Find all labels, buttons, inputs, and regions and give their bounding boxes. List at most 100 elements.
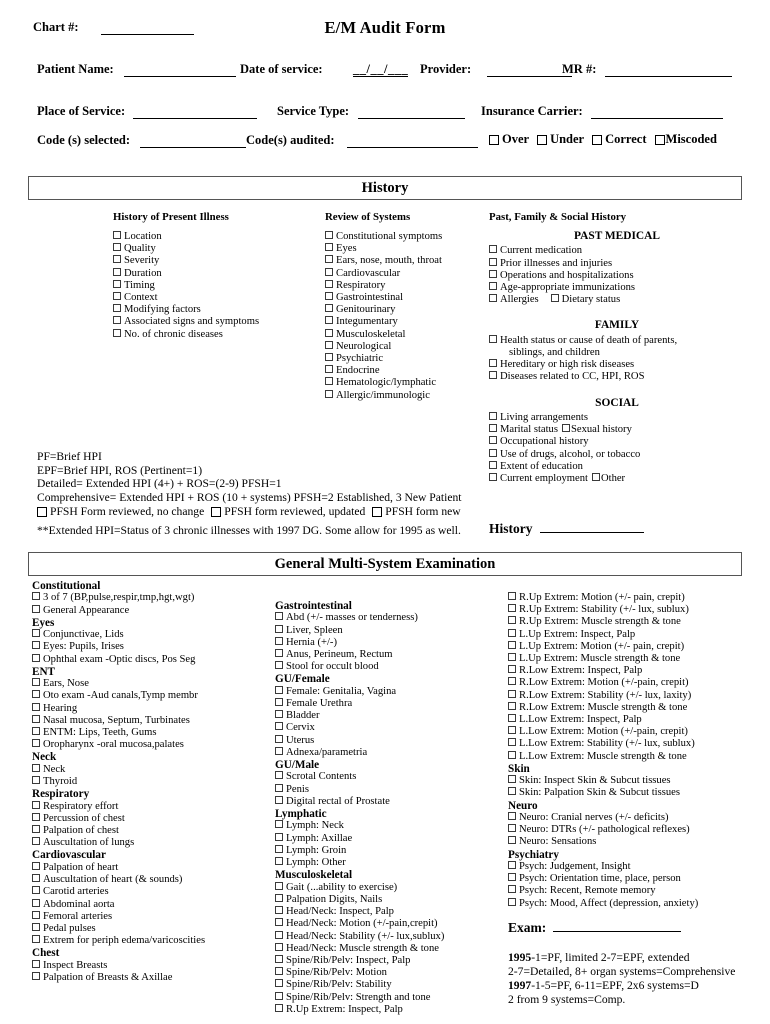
checkbox-l-low-extrem-muscle-strength-tone[interactable]: L.Low Extrem: Muscle strength & tone (508, 750, 758, 763)
checkbox-percussion-of-chest[interactable]: Percussion of chest (32, 812, 277, 825)
checkbox-scrotal-contents[interactable]: Scrotal Contents (275, 771, 510, 783)
checkbox-icon[interactable] (508, 738, 516, 747)
checkbox-gastrointestinal[interactable]: Gastrointestinal (325, 292, 505, 304)
checkbox-icon[interactable] (275, 844, 283, 853)
checkbox-icon[interactable] (489, 412, 497, 421)
checkbox-stool-for-occult-blood[interactable]: Stool for occult blood (275, 661, 510, 673)
family-item-hereditary[interactable]: Hereditary or high risk diseases (489, 359, 745, 371)
checkbox-icon[interactable] (275, 649, 283, 658)
checkbox-icon[interactable] (275, 930, 283, 939)
checkbox-icon[interactable] (325, 231, 333, 239)
checkbox-r-up-extrem-stability-lux-sublux[interactable]: R.Up Extrem: Stability (+/- lux, sublux) (508, 604, 758, 616)
checkbox-icon[interactable] (113, 267, 121, 276)
checkbox-icon[interactable] (508, 701, 516, 710)
codes-audited-input[interactable] (347, 147, 478, 148)
checkbox-icon[interactable] (32, 922, 40, 931)
family-item-cc-hpi-ros[interactable]: Diseases related to CC, HPI, ROS (489, 371, 745, 383)
checkbox-icon[interactable] (325, 377, 333, 386)
checkbox-palpation-of-breasts-axillae[interactable]: Palpation of Breasts & Axillae (32, 971, 277, 984)
checkbox-neck[interactable]: Neck (32, 763, 277, 776)
checkbox-icon[interactable] (508, 812, 516, 821)
checkbox-palpation-of-chest[interactable]: Palpation of chest (32, 825, 277, 837)
checkbox-anus-perineum-rectum[interactable]: Anus, Perineum, Rectum (275, 649, 510, 661)
checkbox-head-neck-motion-pain-crepit[interactable]: Head/Neck: Motion (+/-pain,crepit) (275, 918, 510, 930)
checkbox-icon[interactable] (489, 269, 497, 278)
checkbox-icon[interactable] (275, 832, 283, 841)
checkbox-icon[interactable] (325, 389, 333, 398)
social-item-occupational[interactable]: Occupational history (489, 436, 745, 448)
checkbox-icon[interactable] (489, 257, 497, 266)
checkbox-quality[interactable]: Quality (113, 243, 303, 255)
checkbox-icon[interactable] (508, 604, 516, 613)
checkbox-icon[interactable] (550, 294, 559, 303)
checkbox-neuro-cranial-nerves-deficits[interactable]: Neuro: Cranial nerves (+/- deficits) (508, 812, 758, 824)
checkbox-respiratory-effort[interactable]: Respiratory effort (32, 800, 277, 813)
checkbox-icon[interactable] (325, 365, 333, 374)
checkbox-icon[interactable] (32, 825, 40, 834)
checkbox-icon[interactable] (275, 771, 283, 780)
mr-number-input[interactable] (605, 76, 732, 77)
checkbox-icon[interactable] (508, 653, 516, 662)
checkbox-icon[interactable] (508, 616, 516, 625)
checkbox-icon[interactable] (32, 604, 40, 613)
checkbox-icon[interactable] (275, 893, 283, 902)
checkbox-l-up-extrem-muscle-strength-tone[interactable]: L.Up Extrem: Muscle strength & tone (508, 653, 758, 665)
checkbox-icon[interactable] (32, 739, 40, 748)
checkbox-inspect-breasts[interactable]: Inspect Breasts (32, 959, 277, 972)
checkbox-icon[interactable] (113, 328, 121, 337)
checkbox-hematologic-lymphatic[interactable]: Hematologic/lymphatic (325, 377, 505, 389)
checkbox-icon[interactable] (275, 991, 283, 1000)
checkbox-eyes[interactable]: Eyes (325, 243, 505, 255)
checkbox-conjunctivae-lids[interactable]: Conjunctivae, Lids (32, 629, 277, 641)
checkbox-icon[interactable] (32, 714, 40, 723)
checkbox-uterus[interactable]: Uterus (275, 734, 510, 747)
checkbox-musculoskeletal[interactable]: Musculoskeletal (325, 328, 505, 341)
checkbox-no-of-chronic-diseases[interactable]: No. of chronic diseases (113, 328, 303, 341)
checkbox-icon[interactable] (489, 334, 497, 343)
checkbox-icon[interactable] (508, 775, 516, 784)
checkbox-icon[interactable] (275, 710, 283, 719)
checkbox-operations-and-hospitalizations[interactable]: Operations and hospitalizations (489, 269, 745, 282)
checkbox-endocrine[interactable]: Endocrine (325, 365, 505, 377)
social-item-living[interactable]: Living arrangements (489, 412, 745, 424)
checkbox-l-low-extrem-motion-pain-crepit[interactable]: L.Low Extrem: Motion (+/-pain, crepit) (508, 726, 758, 738)
checkbox-auscultation-of-heart-sounds[interactable]: Auscultation of heart (& sounds) (32, 874, 277, 886)
checkbox-duration[interactable]: Duration (113, 267, 303, 280)
checkbox-adnexa-parametria[interactable]: Adnexa/parametria (275, 746, 510, 759)
checkbox-r-low-extrem-motion-pain-crepit[interactable]: R.Low Extrem: Motion (+/-pain, crepit) (508, 677, 758, 689)
checkbox-icon[interactable] (489, 282, 497, 291)
checkbox-constitutional-symptoms[interactable]: Constitutional symptoms (325, 231, 505, 243)
audit-result-over[interactable]: Over (489, 132, 529, 147)
checkbox-icon[interactable] (508, 885, 516, 894)
checkbox-icon[interactable] (325, 353, 333, 362)
checkbox-icon[interactable] (561, 424, 570, 433)
exam-score-input[interactable] (553, 931, 682, 932)
checkbox-nasal-mucosa-septum-turbinates[interactable]: Nasal mucosa, Septum, Turbinates (32, 714, 277, 727)
checkbox-spine-rib-pelv-strength-and-tone[interactable]: Spine/Rib/Pelv: Strength and tone (275, 991, 510, 1004)
checkbox-icon[interactable] (275, 857, 283, 866)
checkbox-icon[interactable] (325, 267, 333, 276)
checkbox-r-up-extrem-muscle-strength-tone[interactable]: R.Up Extrem: Muscle strength & tone (508, 616, 758, 628)
checkbox-icon[interactable] (275, 954, 283, 963)
checkbox-gait-ability-to-exercise[interactable]: Gait (...ability to exercise) (275, 881, 510, 894)
provider-input[interactable] (487, 76, 572, 77)
checkbox-icon[interactable] (113, 279, 121, 288)
checkbox-icon[interactable] (32, 971, 40, 980)
checkbox-ears-nose-mouth-throat[interactable]: Ears, nose, mouth, throat (325, 255, 505, 267)
service-type-input[interactable] (358, 118, 465, 119)
checkbox-integumentary[interactable]: Integumentary (325, 316, 505, 328)
checkbox-psychiatric[interactable]: Psychiatric (325, 353, 505, 365)
checkbox-icon[interactable] (325, 340, 333, 349)
checkbox-icon[interactable] (275, 918, 283, 927)
checkbox-hernia[interactable]: Hernia (+/-) (275, 636, 510, 649)
insurance-carrier-input[interactable] (591, 118, 723, 119)
checkbox-eyes-pupils-irises[interactable]: Eyes: Pupils, Irises (32, 641, 277, 653)
history-score-input[interactable] (539, 532, 644, 533)
checkbox-neurological[interactable]: Neurological (325, 340, 505, 353)
checkbox-icon[interactable] (508, 897, 516, 906)
checkbox-hearing[interactable]: Hearing (32, 702, 277, 715)
checkbox-icon[interactable] (32, 702, 40, 711)
checkbox-pedal-pulses[interactable]: Pedal pulses (32, 922, 277, 935)
checkbox-icon[interactable] (275, 1003, 283, 1012)
checkbox-icon[interactable] (275, 881, 283, 890)
